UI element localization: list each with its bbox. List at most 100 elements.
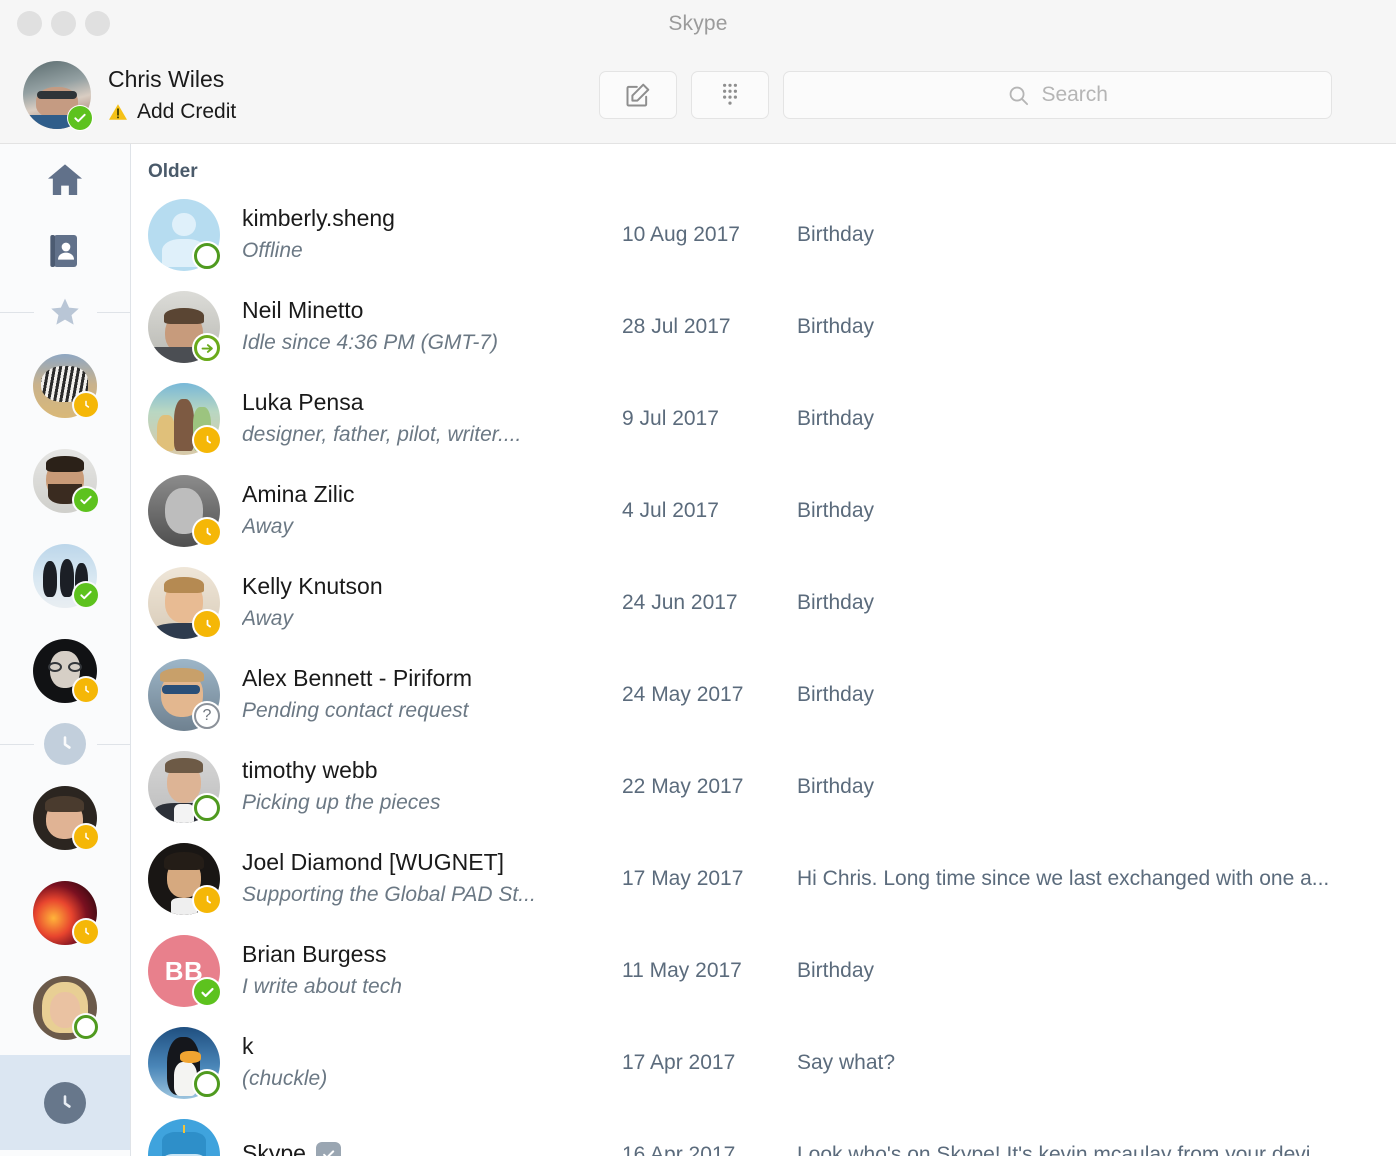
- contact-name-text: Skype: [242, 1139, 306, 1156]
- clock-icon: [85, 400, 90, 408]
- clock-icon: [44, 1081, 86, 1124]
- sidebar-avatar-cartoon-man[interactable]: [0, 623, 130, 718]
- message-preview: Birthday: [797, 683, 875, 706]
- user-name: Chris Wiles: [108, 66, 225, 93]
- status-badge-idle: [192, 333, 222, 363]
- table-row[interactable]: ? Alex Bennett - Piriform Pending contac…: [131, 649, 1396, 741]
- sidebar-item-recent-active[interactable]: [0, 1055, 130, 1150]
- avatar: [148, 1027, 222, 1099]
- status-badge-away: [72, 917, 100, 946]
- dialpad-icon: [723, 83, 738, 105]
- title-bar: Skype: [0, 0, 1396, 47]
- table-row[interactable]: BB Brian Burgess I write about tech 11 M…: [131, 925, 1396, 1017]
- clock-marker: [36, 723, 94, 765]
- message-preview: Birthday: [797, 407, 875, 430]
- contact-mood: Away: [242, 515, 293, 539]
- message-date: 10 Aug 2017: [622, 223, 740, 246]
- contact-name: kimberly.sheng: [242, 205, 395, 232]
- row-text: Kelly Knutson Away: [242, 572, 622, 633]
- table-row[interactable]: Amina Zilic Away 4 Jul 2017 Birthday: [131, 465, 1396, 557]
- avatar[interactable]: [23, 61, 93, 131]
- contact-mood: Offline: [242, 239, 303, 263]
- message-preview: Say what?: [797, 1051, 896, 1074]
- message-date: 11 May 2017: [622, 959, 742, 982]
- avatar: [33, 975, 100, 1041]
- sidebar-avatar-blonde-woman[interactable]: [0, 960, 130, 1055]
- row-text: kimberly.sheng Offline: [242, 204, 622, 265]
- contact-name: Brian Burgess: [242, 941, 387, 968]
- table-row[interactable]: Kelly Knutson Away 24 Jun 2017 Birthday: [131, 557, 1396, 649]
- conversation-list[interactable]: Older kimberly.sheng Offline 10 Aug 2017…: [131, 144, 1396, 1156]
- group-header: Older: [148, 161, 198, 182]
- sidebar-avatar-man-dark-hair[interactable]: [0, 770, 130, 865]
- message-date: 24 May 2017: [622, 683, 744, 706]
- table-row[interactable]: timothy webb Picking up the pieces 22 Ma…: [131, 741, 1396, 833]
- check-icon: [80, 495, 92, 504]
- sidebar-item-home[interactable]: [0, 144, 130, 215]
- sidebar-avatar-penguins[interactable]: [0, 528, 130, 623]
- status-badge-offline: [72, 1012, 100, 1041]
- warning-triangle-icon: [108, 103, 128, 121]
- table-row[interactable]: Luka Pensa designer, father, pilot, writ…: [131, 373, 1396, 465]
- favorites-separator: [0, 286, 130, 338]
- contact-mood: Idle since 4:36 PM (GMT-7): [242, 331, 498, 355]
- table-row[interactable]: Skype 16 Apr 2017 Look who's on Skype! I…: [131, 1109, 1396, 1156]
- row-text: Luka Pensa designer, father, pilot, writ…: [242, 388, 622, 449]
- add-credit-label: Add Credit: [137, 99, 237, 123]
- check-icon: [74, 113, 86, 123]
- sidebar-avatar-bearded-man[interactable]: [0, 433, 130, 528]
- sidebar-avatar-fireworks[interactable]: [0, 865, 130, 960]
- avatar: [148, 291, 222, 363]
- avatar: [33, 880, 100, 946]
- table-row[interactable]: Neil Minetto Idle since 4:36 PM (GMT-7) …: [131, 281, 1396, 373]
- header-toolbar: Search: [599, 71, 1333, 119]
- table-row[interactable]: Joel Diamond [WUGNET] Supporting the Glo…: [131, 833, 1396, 925]
- dialpad-button[interactable]: [691, 71, 770, 119]
- status-badge-away: [192, 609, 222, 639]
- avatar: [148, 383, 222, 455]
- table-row[interactable]: kimberly.sheng Offline 10 Aug 2017 Birth…: [131, 189, 1396, 281]
- message-preview: Birthday: [797, 591, 875, 614]
- verified-badge-icon: [315, 1141, 341, 1156]
- contact-mood: Away: [242, 607, 293, 631]
- contact-mood: designer, father, pilot, writer....: [242, 423, 522, 447]
- message-date: 4 Jul 2017: [622, 499, 719, 522]
- avatar: [148, 1119, 220, 1156]
- avatar: [148, 843, 222, 915]
- add-credit-button[interactable]: Add Credit: [108, 100, 236, 124]
- row-text: Amina Zilic Away: [242, 480, 622, 541]
- message-preview: Look who's on Skype! It's kevin mcaulay …: [797, 1143, 1328, 1156]
- contact-mood: Supporting the Global PAD St...: [242, 883, 536, 907]
- message-date: 9 Jul 2017: [622, 407, 719, 430]
- clock-icon: [206, 895, 211, 903]
- row-text: timothy webb Picking up the pieces: [242, 756, 622, 817]
- compose-button[interactable]: [599, 71, 678, 119]
- avatar: [33, 785, 100, 851]
- search-input[interactable]: Search: [783, 71, 1333, 119]
- message-date: 17 May 2017: [622, 867, 744, 890]
- status-badge-away: [192, 885, 222, 915]
- message-preview: Birthday: [797, 959, 875, 982]
- left-sidebar: [0, 144, 131, 1156]
- clock-icon: [85, 927, 90, 935]
- table-row[interactable]: k (chuckle) 17 Apr 2017 Say what?: [131, 1017, 1396, 1109]
- avatar: [148, 199, 222, 271]
- status-badge-online: [192, 977, 222, 1007]
- window-title: Skype: [668, 11, 728, 35]
- status-badge-online: [72, 580, 100, 609]
- status-badge-online: [67, 105, 93, 131]
- avatar: [33, 543, 100, 609]
- contact-name: Luka Pensa: [242, 389, 364, 416]
- current-user[interactable]: Chris Wiles Add Credit: [0, 61, 236, 131]
- contact-name: Joel Diamond [WUGNET]: [242, 849, 505, 876]
- sidebar-avatar-zebra[interactable]: [0, 338, 130, 433]
- sidebar-item-contacts[interactable]: [0, 215, 130, 286]
- row-text: Joel Diamond [WUGNET] Supporting the Glo…: [242, 848, 622, 909]
- avatar: BB: [148, 935, 222, 1007]
- clock-icon: [85, 685, 90, 693]
- status-badge-online: [72, 485, 100, 514]
- search-icon: [1010, 86, 1029, 105]
- app-body: Older kimberly.sheng Offline 10 Aug 2017…: [0, 144, 1396, 1156]
- app-header: Chris Wiles Add Credit Search: [0, 47, 1396, 144]
- contact-name: Alex Bennett - Piriform: [242, 665, 473, 692]
